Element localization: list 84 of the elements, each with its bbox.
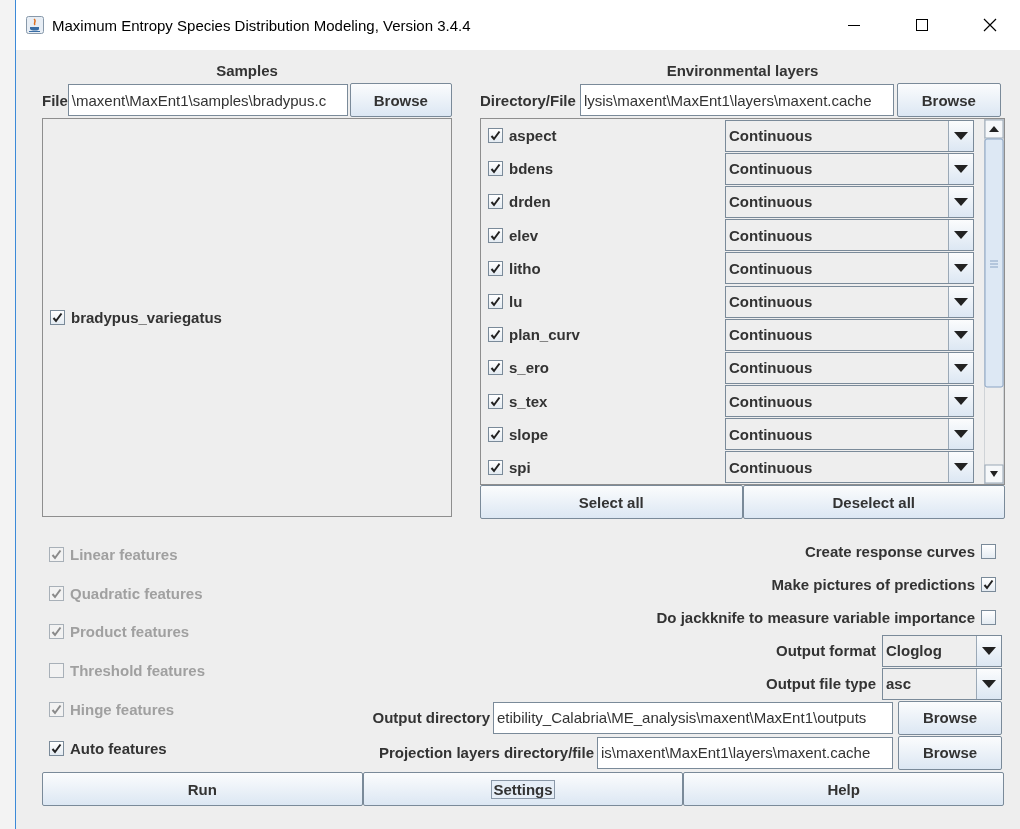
field-label: Projection layers directory/file bbox=[378, 744, 594, 761]
window-title: Maximum Entropy Species Distribution Modeling, Version 3.4.4 bbox=[52, 16, 472, 34]
layer-name: bdens bbox=[509, 160, 554, 178]
checkbox[interactable] bbox=[488, 161, 503, 177]
field-label: Output format bbox=[776, 642, 876, 659]
maximize-icon[interactable] bbox=[915, 18, 929, 32]
checkbox[interactable] bbox=[488, 260, 503, 276]
dropdown[interactable]: Continuous bbox=[725, 351, 974, 384]
layer-name: slope bbox=[509, 425, 549, 443]
checkbox[interactable] bbox=[488, 128, 503, 144]
scrollbar[interactable] bbox=[984, 119, 1004, 484]
checkbox-label[interactable]: Do jackknife to measure variable importance bbox=[656, 609, 975, 626]
output-directory-field[interactable]: etibility_Calabria\ME_analysis\maxent\MaxEnt1\outputs bbox=[493, 701, 893, 734]
projection-directory-field[interactable]: is\maxent\MaxEnt1\layers\maxent.cache bbox=[597, 736, 893, 769]
dropdown-arrow-icon bbox=[954, 197, 968, 206]
checkbox[interactable] bbox=[488, 426, 503, 442]
dropdown[interactable]: Continuous bbox=[725, 418, 974, 451]
section-heading: Samples bbox=[215, 61, 279, 81]
dropdown-arrow-icon bbox=[954, 330, 968, 339]
checkbox-label[interactable]: Create response curves bbox=[804, 543, 975, 560]
layer-name: spi bbox=[509, 458, 531, 476]
dropdown[interactable]: Continuous bbox=[725, 385, 974, 418]
checkbox[interactable] bbox=[50, 310, 65, 325]
action-button[interactable]: Settings bbox=[362, 772, 684, 806]
section-heading: Environmental layers bbox=[665, 61, 820, 81]
checkbox[interactable] bbox=[981, 577, 996, 592]
layer-name: litho bbox=[509, 259, 541, 277]
app-icon bbox=[26, 16, 44, 34]
directory-field[interactable]: lysis\maxent\MaxEnt1\layers\maxent.cache bbox=[579, 84, 894, 116]
checkbox[interactable] bbox=[488, 360, 503, 376]
layer-name: plan_curv bbox=[509, 326, 580, 344]
dropdown-arrow-icon bbox=[982, 646, 996, 655]
checkbox[interactable] bbox=[488, 459, 503, 475]
dropdown[interactable]: Continuous bbox=[725, 119, 974, 152]
layer-name: s_ero bbox=[509, 359, 550, 377]
layer-name: aspect bbox=[509, 127, 557, 145]
layer-name: lu bbox=[509, 293, 523, 311]
checkbox-label[interactable]: Make pictures of predictions bbox=[771, 576, 975, 593]
dropdown-arrow-icon bbox=[954, 131, 968, 140]
checkbox[interactable] bbox=[981, 610, 996, 625]
dropdown[interactable]: Continuous bbox=[725, 152, 974, 185]
field-label: Output file type bbox=[766, 675, 876, 692]
browse-button[interactable]: Browse bbox=[898, 735, 1002, 770]
file-field[interactable]: \maxent\MaxEnt1\samples\bradypus.c bbox=[67, 84, 348, 116]
field-label: File bbox=[42, 91, 68, 109]
layer-name: s_tex bbox=[509, 392, 548, 410]
field-label: Directory/File bbox=[480, 91, 576, 109]
dropdown[interactable]: Continuous bbox=[725, 451, 974, 484]
dropdown-arrow-icon bbox=[954, 264, 968, 273]
deselect-all-button[interactable]: Deselect all bbox=[742, 485, 1005, 519]
dropdown-arrow-icon bbox=[954, 430, 968, 439]
field-label: Output directory bbox=[372, 709, 490, 726]
dropdown-arrow-icon bbox=[954, 397, 968, 406]
browse-button[interactable]: Browse bbox=[349, 83, 452, 117]
dropdown[interactable]: Continuous bbox=[725, 252, 974, 285]
dropdown[interactable]: Continuous bbox=[725, 219, 974, 252]
checkbox[interactable] bbox=[488, 393, 503, 409]
dropdown-arrow-icon bbox=[954, 297, 968, 306]
action-button[interactable]: Run bbox=[42, 772, 363, 806]
checkbox[interactable] bbox=[981, 544, 996, 559]
checkbox[interactable] bbox=[488, 227, 503, 243]
dropdown-arrow-icon bbox=[954, 363, 968, 372]
dropdown-arrow-icon bbox=[954, 164, 968, 173]
dropdown[interactable]: asc bbox=[882, 667, 1002, 700]
checkbox-label[interactable]: Auto features bbox=[70, 739, 167, 757]
checkbox[interactable] bbox=[49, 740, 64, 756]
close-icon[interactable] bbox=[983, 18, 997, 32]
dropdown-arrow-icon bbox=[954, 463, 968, 472]
checkbox[interactable] bbox=[488, 194, 503, 210]
select-all-button[interactable]: Select all bbox=[480, 485, 743, 519]
dropdown[interactable]: Continuous bbox=[725, 318, 974, 351]
dropdown[interactable]: Cloglog bbox=[882, 634, 1002, 667]
dropdown[interactable]: Continuous bbox=[725, 185, 974, 218]
action-button[interactable]: Help bbox=[683, 772, 1004, 806]
dropdown-arrow-icon bbox=[954, 231, 968, 240]
browse-button[interactable]: Browse bbox=[898, 700, 1002, 735]
species-name[interactable]: bradypus_variegatus bbox=[71, 309, 222, 326]
dropdown-arrow-icon bbox=[982, 679, 996, 688]
checkbox[interactable] bbox=[488, 327, 503, 343]
checkbox[interactable] bbox=[488, 294, 503, 310]
layer-name: elev bbox=[509, 226, 539, 244]
layer-name: drden bbox=[509, 193, 551, 211]
dropdown[interactable]: Continuous bbox=[725, 285, 974, 318]
browse-button[interactable]: Browse bbox=[896, 83, 1001, 117]
